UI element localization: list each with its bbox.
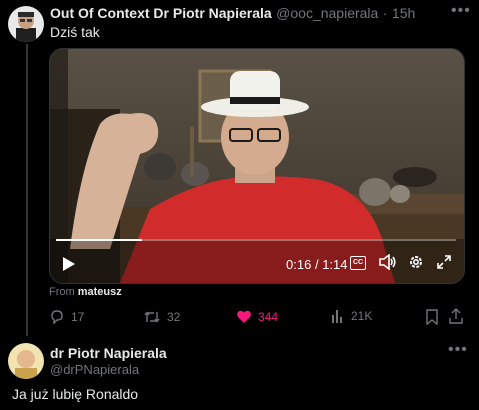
tweet-timestamp[interactable]: 15h <box>392 5 415 21</box>
like-button[interactable]: 344 <box>236 309 278 324</box>
reply-author-avatar[interactable] <box>8 343 44 379</box>
reply-text: Ja już lubię Ronaldo <box>12 386 139 402</box>
video-player[interactable]: 0:16 / 1:14 CC <box>49 48 465 284</box>
volume-icon[interactable] <box>379 254 397 270</box>
video-time-total: 1:14 <box>322 257 348 272</box>
video-time-current: 0:16 <box>286 257 312 272</box>
share-icon[interactable] <box>448 307 464 325</box>
views-count: 21K <box>351 309 373 323</box>
video-attribution: From mateusz <box>49 286 122 298</box>
like-count: 344 <box>258 309 279 324</box>
fullscreen-icon[interactable] <box>436 254 452 270</box>
tweet-author-handle[interactable]: @ooc_napierala <box>276 5 378 21</box>
tweet-header: Out Of Context Dr Piotr Napierala @ooc_n… <box>50 5 415 23</box>
bookmark-icon[interactable] <box>425 309 439 325</box>
reply-button[interactable]: 17 <box>49 309 84 325</box>
play-icon[interactable] <box>62 256 76 272</box>
retweet-button[interactable]: 32 <box>143 309 180 325</box>
tweet-author-avatar[interactable] <box>8 6 44 42</box>
settings-gear-icon[interactable] <box>408 254 424 270</box>
tweet-more-options-icon[interactable]: ••• <box>451 3 471 19</box>
reply-count: 17 <box>71 310 85 324</box>
retweet-icon <box>144 311 160 323</box>
reply-author-name[interactable]: dr Piotr Napierala <box>50 345 167 361</box>
reply-icon <box>51 310 63 325</box>
views-button[interactable]: 21K <box>331 309 372 323</box>
attribution-prefix: From <box>49 286 75 298</box>
views-chart-icon <box>332 310 342 323</box>
thread-connector-line <box>26 44 28 336</box>
reply-author-handle[interactable]: @drPNapierala <box>50 362 139 377</box>
video-progress-track[interactable] <box>56 239 456 241</box>
attribution-user[interactable]: mateusz <box>78 286 122 298</box>
video-time-separator: / <box>314 257 319 272</box>
tweet-time-separator: · <box>382 5 388 21</box>
retweet-count: 32 <box>167 310 181 324</box>
reply-more-options-icon[interactable]: ••• <box>448 342 468 358</box>
video-progress-fill <box>56 239 143 241</box>
video-time: 0:16 / 1:14 <box>286 257 348 272</box>
tweet-text: Dziś tak <box>50 24 100 40</box>
video-frame <box>50 49 464 283</box>
captions-button[interactable]: CC <box>350 256 366 270</box>
heart-icon <box>237 310 251 323</box>
captions-label: CC <box>352 259 364 266</box>
tweet-author-name[interactable]: Out Of Context Dr Piotr Napierala <box>50 5 272 21</box>
